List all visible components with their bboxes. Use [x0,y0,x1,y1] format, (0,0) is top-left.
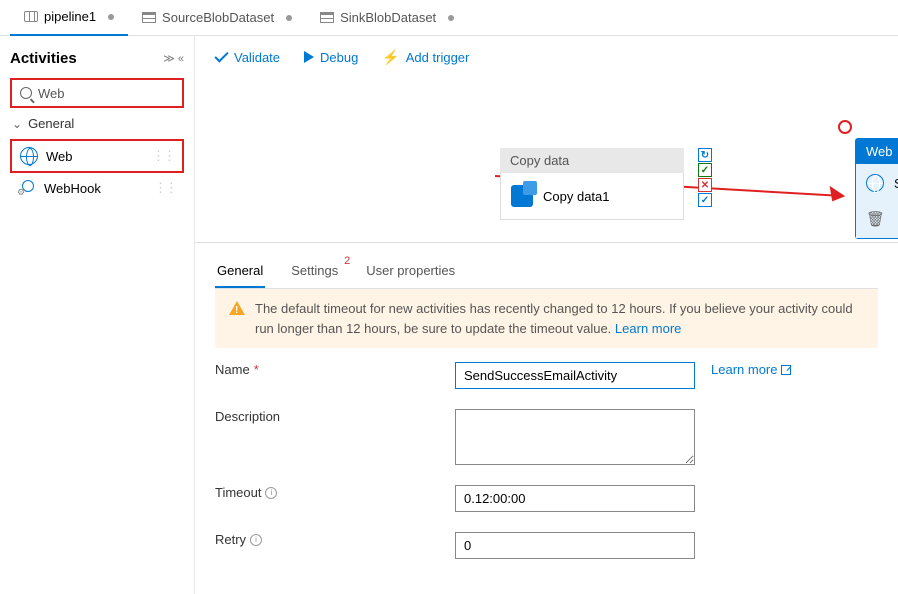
tab-label: SourceBlobDataset [162,10,274,25]
sidebar-title: Activities [10,50,77,67]
retry-label: Retry i [215,532,455,547]
activities-search[interactable]: Web [10,78,184,108]
warning-icon [229,301,245,315]
pipeline-toolbar: Validate Debug Add trigger [195,36,898,78]
activity-label: Web [46,149,73,164]
node-name: Copy data1 [543,189,610,204]
connector-failure[interactable]: ✕ [698,178,712,192]
node-header: Web [856,139,898,164]
search-text: Web [38,86,65,101]
delete-icon[interactable]: 🗑 [866,210,885,228]
output-connectors: ↻ ✓ ✕ ✓ [698,148,712,207]
node-copy-data[interactable]: Copy data Copy data1 ↻ ✓ ✕ ✓ [500,148,684,220]
dataset-icon [142,12,156,23]
tab-label: Settings [291,263,338,278]
dirty-indicator [448,15,454,21]
dirty-indicator [286,15,292,21]
validate-button[interactable]: Validate [215,50,280,65]
chevron-down-icon: ⌄ [12,117,22,131]
tab-settings[interactable]: Settings 2 [289,255,340,288]
node-web-activity[interactable]: Web SendSuccessEmailActivity 🗑 { } ⧉ → ↻ [855,138,898,239]
external-icon [781,365,791,375]
activity-webhook[interactable]: WebHook ⋮⋮ [10,173,184,203]
connector-success[interactable]: ✓ [698,163,712,177]
activity-web[interactable]: Web ⋮⋮ [10,139,184,173]
tab-user-properties[interactable]: User properties [364,255,457,288]
tab-label: pipeline1 [44,9,96,24]
tab-general[interactable]: General [215,255,265,288]
description-label: Description [215,409,455,424]
globe-icon [20,147,38,165]
copy-data-icon [511,185,533,207]
button-label: Debug [320,50,358,65]
name-input[interactable] [455,362,695,389]
webhook-icon [18,179,36,197]
editor-tabs: pipeline1 SourceBlobDataset SinkBlobData… [0,0,898,36]
warning-text: The default timeout for new activities h… [255,301,853,336]
play-icon [304,51,314,63]
description-input[interactable] [455,409,695,465]
retry-input[interactable] [455,532,695,559]
info-icon[interactable]: i [265,487,277,499]
activity-label: WebHook [44,181,101,196]
properties-panel: General Settings 2 User properties The d… [195,242,898,594]
button-label: Add trigger [406,50,470,65]
node-header: Copy data [500,148,684,173]
check-icon [214,48,228,62]
timeout-warning: The default timeout for new activities h… [215,289,878,348]
error-badge: 2 [344,255,350,267]
add-trigger-button[interactable]: Add trigger [382,49,469,66]
grip-icon: ⋮⋮ [152,148,174,164]
tab-sink-dataset[interactable]: SinkBlobDataset [306,0,468,36]
tab-pipeline1[interactable]: pipeline1 [10,0,128,36]
category-general[interactable]: ⌄ General [10,108,184,139]
lightning-icon [382,49,399,66]
node-name: SendSuccessEmailActivity [894,176,898,191]
globe-icon [866,174,884,192]
grip-icon: ⋮⋮ [154,180,176,196]
category-label: General [28,116,74,131]
panel-tabs: General Settings 2 User properties [215,255,878,289]
pipeline-canvas[interactable]: Copy data Copy data1 ↻ ✓ ✕ ✓ Web Se [195,78,898,594]
name-label: Name* [215,362,455,377]
learn-more-link[interactable]: Learn more [615,321,681,336]
info-icon[interactable]: i [250,534,262,546]
tab-source-dataset[interactable]: SourceBlobDataset [128,0,306,36]
learn-more-link[interactable]: Learn more [711,362,791,377]
button-label: Validate [234,50,280,65]
activities-sidebar: Activities ≫ « Web ⌄ General Web ⋮⋮ WebH… [0,36,195,594]
sidebar-collapse[interactable]: ≫ « [163,52,184,65]
tab-label: SinkBlobDataset [340,10,436,25]
search-icon [20,87,32,99]
dirty-indicator [108,14,114,20]
timeout-label: Timeout i [215,485,455,500]
debug-button[interactable]: Debug [304,50,358,65]
dataset-icon [320,12,334,23]
connector-skip[interactable]: ↻ [698,148,712,162]
connector-completion[interactable]: ✓ [698,193,712,207]
pipeline-icon [24,11,38,22]
timeout-input[interactable] [455,485,695,512]
highlight-circle [838,120,852,134]
